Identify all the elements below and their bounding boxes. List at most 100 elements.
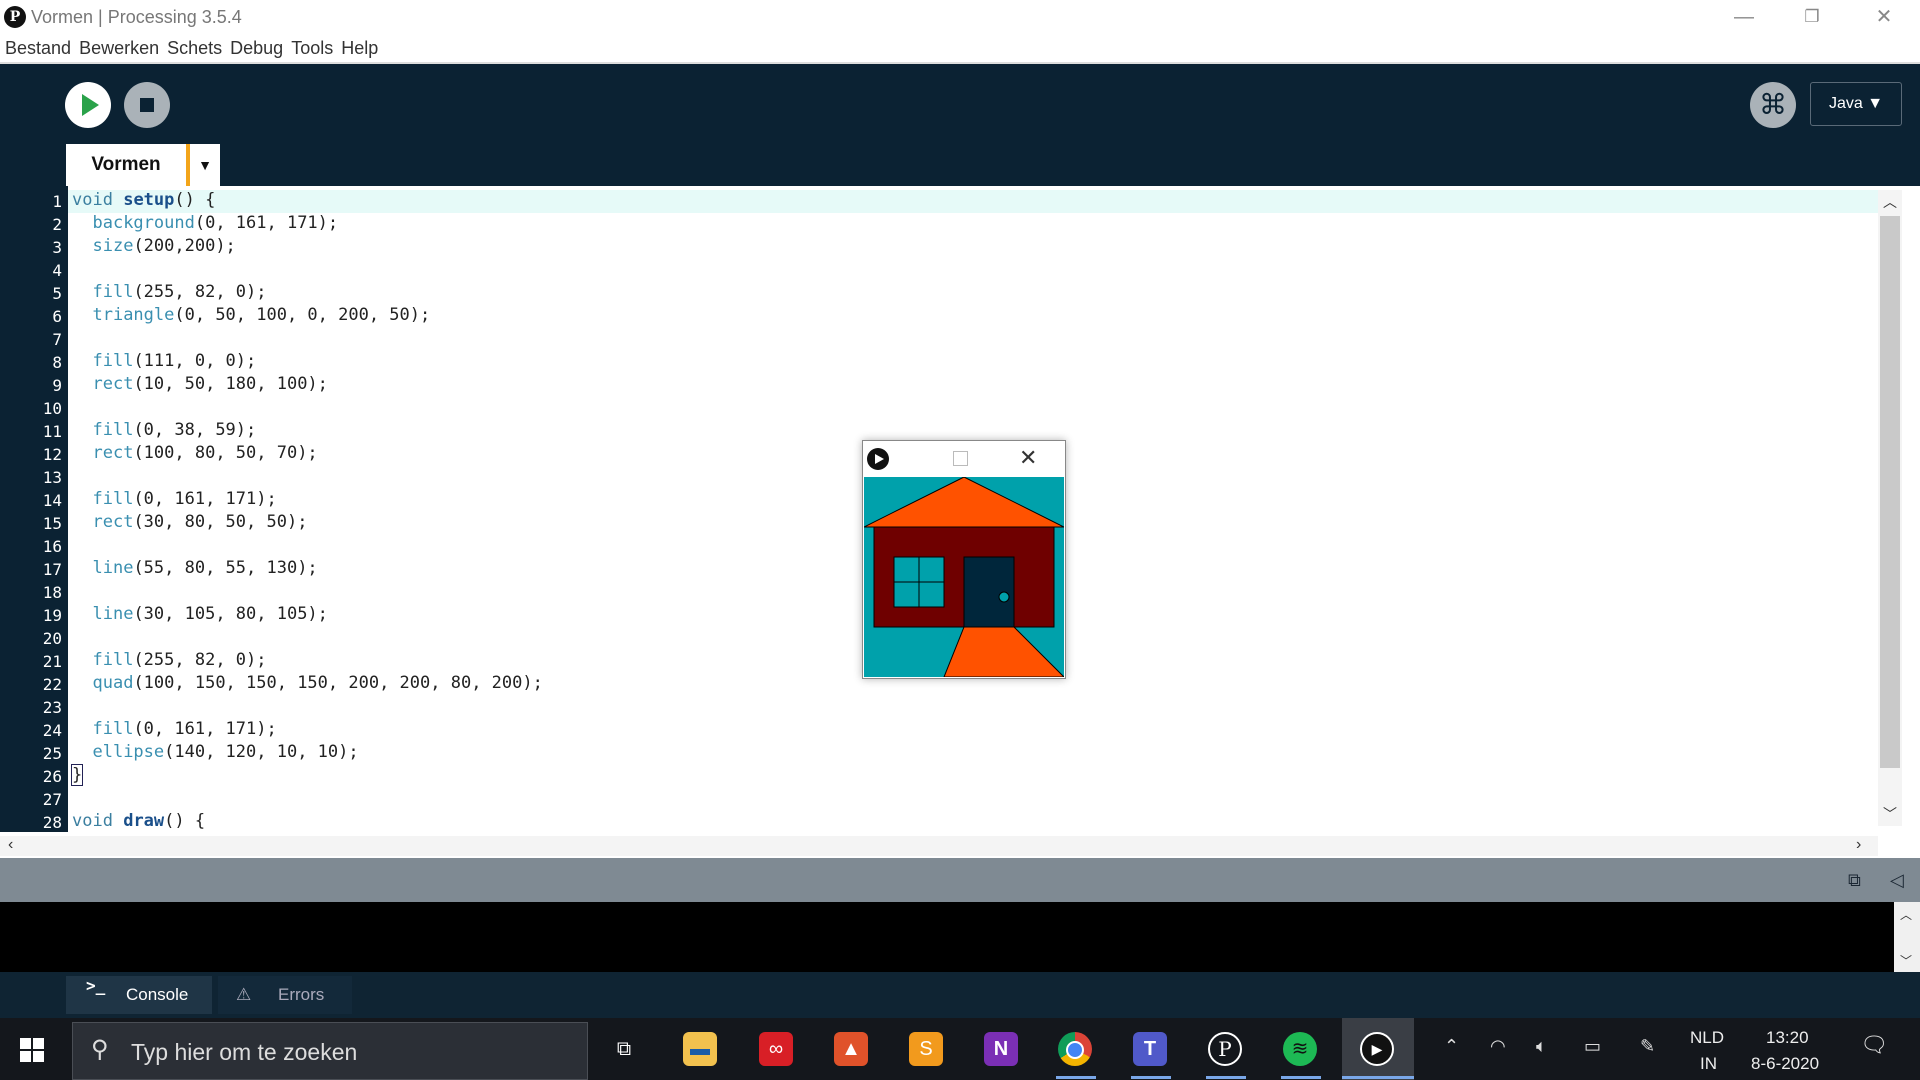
active-indicator <box>1281 1076 1321 1079</box>
code-line[interactable]: ellipse(140, 120, 10, 10); <box>72 742 358 762</box>
console-tabs: >_ Console ⚠ Errors <box>0 972 1920 1018</box>
code-line[interactable]: fill(0, 38, 59); <box>72 420 256 440</box>
code-line[interactable]: fill(111, 0, 0); <box>72 351 256 371</box>
task-view-icon[interactable]: ⧉ <box>607 1032 641 1066</box>
line-number: 6 <box>52 307 62 326</box>
clock-time[interactable]: 13:20 <box>1766 1028 1809 1048</box>
line-number: 16 <box>42 537 62 556</box>
notification-icon[interactable]: 🗨︎ <box>1860 1032 1888 1058</box>
door <box>963 556 1015 628</box>
run-button[interactable] <box>65 82 111 128</box>
spotify-icon[interactable]: ≋ <box>1283 1032 1317 1066</box>
line-number: 3 <box>52 238 62 257</box>
menu-debug[interactable]: Debug <box>225 34 286 59</box>
collapse-console-icon[interactable]: ◁ <box>1890 870 1904 891</box>
chevron-down-icon[interactable]: ﹀ <box>1878 804 1902 824</box>
vertical-scrollbar[interactable]: ︿ ﹀ <box>1878 190 1902 826</box>
menu-bewerken[interactable]: Bewerken <box>74 34 162 59</box>
code-line[interactable]: fill(0, 161, 171); <box>72 719 276 739</box>
close-icon[interactable]: ✕ <box>1019 445 1037 471</box>
code-line[interactable]: } <box>70 764 84 786</box>
code-line[interactable]: void setup() { <box>72 190 215 210</box>
stop-button[interactable] <box>124 82 170 128</box>
sketch-window[interactable]: ✕ <box>862 440 1066 679</box>
clock-date[interactable]: 8-6-2020 <box>1751 1054 1819 1074</box>
teams-icon[interactable]: T <box>1133 1032 1167 1066</box>
tab-menu-button[interactable]: ▼ <box>190 144 220 186</box>
onenote-icon[interactable]: N <box>984 1032 1018 1066</box>
line-number: 22 <box>42 675 62 694</box>
code-line[interactable]: rect(10, 50, 180, 100); <box>72 374 327 394</box>
line-number: 13 <box>42 468 62 487</box>
copy-icon[interactable]: ⧉ <box>1848 870 1861 891</box>
code-line[interactable]: fill(255, 82, 0); <box>72 282 266 302</box>
line-number: 5 <box>52 284 62 303</box>
scroll-thumb[interactable] <box>1880 216 1900 768</box>
code-line[interactable]: background(0, 161, 171); <box>72 213 338 233</box>
errors-tab-label: Errors <box>278 985 325 1004</box>
code-line[interactable]: line(30, 105, 80, 105); <box>72 604 327 624</box>
sketch-running-icon[interactable]: ▶ <box>1360 1032 1394 1066</box>
language-code[interactable]: NLD <box>1690 1028 1724 1048</box>
restore-button[interactable]: ❐ <box>1780 0 1844 34</box>
minimize-button[interactable]: — <box>1712 0 1776 34</box>
file-explorer-icon[interactable]: ▬ <box>683 1032 717 1066</box>
menu-bestand[interactable]: Bestand <box>0 34 74 59</box>
active-indicator <box>1342 1076 1414 1079</box>
code-line[interactable]: rect(100, 80, 50, 70); <box>72 443 317 463</box>
debugger-button[interactable]: ⌘ <box>1750 82 1796 128</box>
input-method[interactable]: IN <box>1700 1054 1717 1074</box>
creative-cloud-icon[interactable]: ∞ <box>759 1032 793 1066</box>
sublime-text-icon[interactable]: S <box>909 1032 943 1066</box>
volume-icon[interactable]: 🔈︎ <box>1536 1036 1547 1057</box>
line-number: 25 <box>42 744 62 763</box>
chevron-up-icon[interactable]: ⌃ <box>1444 1036 1459 1057</box>
console-output[interactable]: ︿ ﹀ <box>0 902 1920 972</box>
menu-help[interactable]: Help <box>336 34 381 59</box>
butterfly-icon: ⌘ <box>1759 89 1787 120</box>
processing-icon[interactable]: P <box>1208 1032 1242 1066</box>
code-line[interactable]: rect(30, 80, 50, 50); <box>72 512 307 532</box>
horizontal-scrollbar[interactable]: ‹ › <box>0 836 1878 856</box>
code-line[interactable]: void draw() { <box>72 811 205 831</box>
windows-start-button[interactable] <box>20 1038 44 1067</box>
line-number: 21 <box>42 652 62 671</box>
chevron-up-icon[interactable]: ︿ <box>1900 906 1912 923</box>
taskbar: ⚲ Typ hier om te zoeken ⧉ ▬ ∞ ▲ S N T P … <box>0 1018 1920 1080</box>
code-line[interactable]: quad(100, 150, 150, 150, 200, 200, 80, 2… <box>72 673 542 693</box>
taskbar-search[interactable]: ⚲ Typ hier om te zoeken <box>72 1022 588 1080</box>
menu-tools[interactable]: Tools <box>286 34 336 59</box>
line-number: 26 <box>42 767 62 786</box>
line-number: 1 <box>52 192 62 211</box>
tab-console[interactable]: >_ Console <box>66 976 212 1014</box>
app-icon[interactable]: ▲ <box>834 1032 868 1066</box>
console-scrollbar[interactable]: ︿ ﹀ <box>1894 902 1920 972</box>
line-number: 7 <box>52 330 62 349</box>
code-line[interactable]: fill(0, 161, 171); <box>72 489 276 509</box>
chevron-up-icon[interactable]: ︿ <box>1878 192 1902 212</box>
title-bar: P Vormen | Processing 3.5.4 — ❐ ✕ <box>0 0 1920 34</box>
code-line[interactable]: triangle(0, 50, 100, 0, 200, 50); <box>72 305 430 325</box>
chevron-right-icon[interactable]: › <box>1856 836 1861 854</box>
line-number: 27 <box>42 790 62 809</box>
chevron-down-icon[interactable]: ﹀ <box>1900 952 1912 969</box>
current-line-highlight <box>68 190 1878 213</box>
code-line[interactable]: line(55, 80, 55, 130); <box>72 558 317 578</box>
line-number: 24 <box>42 721 62 740</box>
tab-vormen[interactable]: Vormen <box>66 144 190 186</box>
chevron-left-icon[interactable]: ‹ <box>8 836 13 854</box>
maximize-icon[interactable] <box>953 451 968 466</box>
windows-icon <box>20 1038 44 1062</box>
menu-schets[interactable]: Schets <box>162 34 225 59</box>
code-line[interactable]: fill(255, 82, 0); <box>72 650 266 670</box>
tab-errors[interactable]: ⚠ Errors <box>218 976 352 1014</box>
battery-icon[interactable]: ▭ <box>1584 1036 1601 1057</box>
wifi-icon[interactable]: ◠ <box>1490 1036 1506 1057</box>
pen-icon[interactable]: ✎ <box>1640 1036 1655 1057</box>
code-line[interactable]: size(200,200); <box>72 236 235 256</box>
mode-selector[interactable]: Java ▼ <box>1810 82 1902 126</box>
line-number: 17 <box>42 560 62 579</box>
console-tab-label: Console <box>126 985 189 1004</box>
close-button[interactable]: ✕ <box>1852 0 1916 34</box>
chrome-icon[interactable] <box>1058 1032 1092 1066</box>
